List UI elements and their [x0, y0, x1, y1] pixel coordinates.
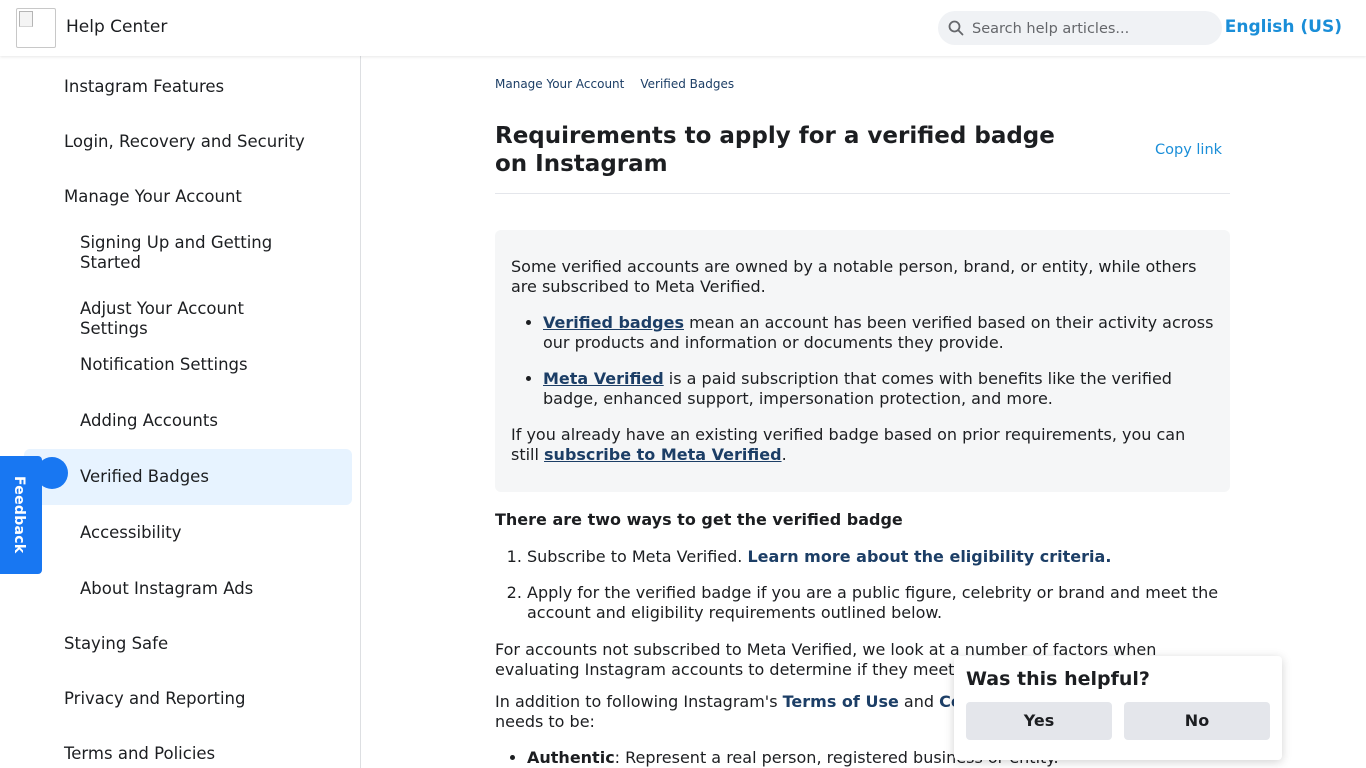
verified-badges-link[interactable]: Verified badges: [543, 313, 684, 332]
title-divider: [495, 193, 1230, 194]
subscribe-meta-verified-link[interactable]: subscribe to Meta Verified: [544, 445, 782, 464]
existing-suffix: .: [781, 445, 787, 464]
search-icon: [948, 20, 964, 36]
authentic-label: Authentic: [527, 748, 615, 767]
help-center-title[interactable]: Help Center: [66, 17, 167, 37]
terms-of-use-link[interactable]: Terms of Use: [783, 692, 899, 711]
help-center-logo[interactable]: [16, 8, 56, 48]
meta-verified-link[interactable]: Meta Verified: [543, 369, 664, 388]
and-text: and: [898, 692, 940, 711]
ways-list: Subscribe to Meta Verified. Learn more a…: [495, 547, 1227, 639]
helpful-survey: Was this helpful? Yes No: [954, 656, 1282, 760]
yes-button[interactable]: Yes: [966, 702, 1112, 740]
top-header: Help Center English (US): [0, 0, 1366, 56]
no-button[interactable]: No: [1124, 702, 1270, 740]
sidebar-item-instagram-ads[interactable]: About Instagram Ads: [80, 579, 310, 599]
list-item: Meta Verified is a paid subscription tha…: [543, 369, 1214, 409]
language-selector[interactable]: English (US): [1225, 17, 1342, 37]
sidebar-nav: Instagram Features Login, Recovery and S…: [0, 56, 361, 768]
sidebar-item-manage-your-account[interactable]: Manage Your Account: [64, 187, 242, 207]
sidebar-item-login-recovery-security[interactable]: Login, Recovery and Security: [64, 132, 305, 152]
info-callout: Some verified accounts are owned by a no…: [495, 230, 1230, 492]
sidebar-item-instagram-features[interactable]: Instagram Features: [64, 77, 224, 97]
breadcrumb-verified-badges[interactable]: Verified Badges: [640, 77, 734, 91]
copy-link-button[interactable]: Copy link: [1155, 142, 1222, 158]
sidebar-item-notification-settings[interactable]: Notification Settings: [80, 355, 310, 375]
intro-bullets: Verified badges mean an account has been…: [511, 313, 1214, 409]
breadcrumb-manage-account[interactable]: Manage Your Account: [495, 77, 624, 91]
feedback-button[interactable]: Feedback: [0, 456, 42, 574]
sidebar-item-accessibility[interactable]: Accessibility: [80, 523, 310, 543]
sidebar-item-signing-up[interactable]: Signing Up and Getting Started: [80, 233, 310, 273]
sidebar-item-staying-safe[interactable]: Staying Safe: [64, 634, 168, 654]
list-item: Subscribe to Meta Verified. Learn more a…: [527, 547, 1227, 567]
eligibility-criteria-link[interactable]: Learn more about the eligibility criteri…: [747, 547, 1111, 566]
article-title: Requirements to apply for a verified bad…: [495, 123, 1055, 177]
search-box[interactable]: [938, 11, 1222, 47]
sidebar-item-adding-accounts[interactable]: Adding Accounts: [80, 411, 310, 431]
existing-badge-text: If you already have an existing verified…: [511, 425, 1214, 465]
way-text: Subscribe to Meta Verified.: [527, 547, 748, 566]
following-prefix: In addition to following Instagram's: [495, 692, 783, 711]
helpful-question: Was this helpful?: [966, 668, 1150, 690]
sidebar-item-privacy-reporting[interactable]: Privacy and Reporting: [64, 689, 245, 709]
list-item: Apply for the verified badge if you are …: [527, 583, 1227, 623]
sidebar-item-adjust-settings[interactable]: Adjust Your Account Settings: [80, 299, 310, 339]
sidebar-item-verified-badges[interactable]: Verified Badges: [80, 467, 310, 487]
feedback-label: Feedback: [11, 476, 27, 554]
ways-heading: There are two ways to get the verified b…: [495, 510, 903, 529]
search-input[interactable]: [970, 11, 1214, 47]
needs-text: needs to be:: [495, 712, 595, 731]
way-text: Apply for the verified badge if you are …: [527, 583, 1219, 622]
intro-text: Some verified accounts are owned by a no…: [511, 257, 1197, 296]
breadcrumb: Manage Your Account Verified Badges: [495, 77, 750, 91]
list-item: Verified badges mean an account has been…: [543, 313, 1214, 353]
sidebar-item-terms-policies[interactable]: Terms and Policies: [64, 744, 215, 764]
